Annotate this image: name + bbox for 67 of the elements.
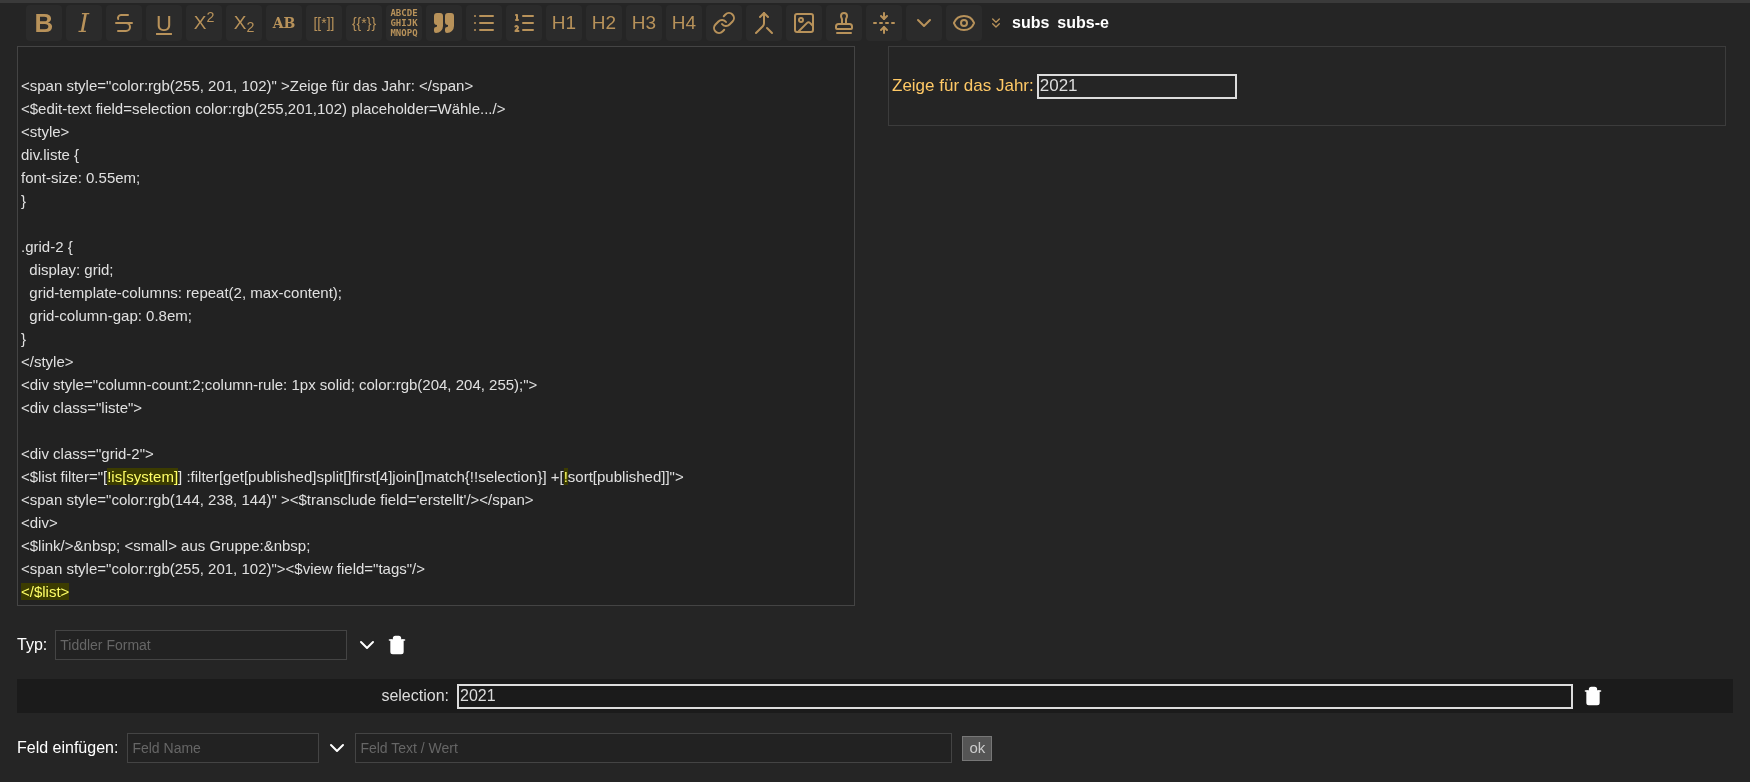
format-button[interactable]: H4 — [666, 5, 702, 41]
preview-label: Zeige für das Jahr: — [892, 75, 1034, 98]
image-icon — [792, 11, 816, 35]
toolbar-link[interactable]: subs-e — [1055, 5, 1111, 41]
code-line: <div> — [21, 513, 59, 533]
code-line: <span style="color:rgb(255, 201, 102)"><$view field="tags"/> — [21, 559, 427, 579]
field-value-input[interactable]: Feld Text / Wert — [355, 733, 953, 763]
link-icon — [712, 11, 736, 35]
code-line: <$link/>&nbsp; <small> aus Gruppe:&nbsp; — [21, 536, 312, 556]
toolbar-button[interactable] — [746, 5, 782, 41]
type-input[interactable]: Tiddler Format — [55, 630, 348, 660]
code-line: .grid-2 { — [21, 237, 74, 257]
toolbar-button[interactable] — [786, 5, 822, 41]
toolbar-button[interactable] — [706, 5, 742, 41]
code-line: grid-column-gap: 0.8em; — [28, 306, 193, 326]
type-label: Typ: — [17, 635, 48, 655]
toolbar-button[interactable] — [826, 5, 862, 41]
format-button[interactable]: [[*]] — [306, 5, 342, 41]
code-line: <$list filter="[!is[system]] :filter[get[published]split[]first[4]join[]match{!!selection}] +[!sort[published]]"> — [21, 467, 685, 487]
monospace-button[interactable]: ABCDE GHIJK MNOPQ — [386, 5, 422, 41]
toolbar-button[interactable] — [426, 5, 462, 41]
field-value-input[interactable]: 2021 — [457, 683, 1573, 709]
delete-icon[interactable] — [1583, 686, 1603, 706]
code-line: } — [21, 191, 27, 211]
format-button[interactable]: I — [66, 5, 102, 41]
toolbar-button[interactable] — [106, 5, 142, 41]
ok-button[interactable]: ok — [962, 735, 993, 761]
format-button[interactable]: H2 — [586, 5, 622, 41]
code-line: <div style="column-count:2;column-rule: 1px solid; color:rgb(204, 204, 255);"> — [21, 375, 539, 395]
code-line: grid-template-columns: repeat(2, max-content); — [28, 283, 343, 303]
numbered-list-icon — [512, 11, 536, 35]
code-line: div.liste { — [21, 145, 81, 165]
code-line: <div class="grid-2"> — [21, 444, 155, 464]
code-line: font-size: 0.55em; — [21, 168, 142, 188]
code-line: <div class="liste"> — [21, 398, 144, 418]
strikethrough-icon — [112, 11, 136, 35]
code-line: display: grid; — [28, 260, 115, 280]
code-line: <span style="color:rgb(144, 238, 144)" ><$transclude field='erstellt'/></span> — [21, 490, 535, 510]
format-button[interactable]: X$_{2}$ — [226, 5, 262, 41]
format-button[interactable]: AB — [266, 5, 302, 41]
toolbar-button[interactable] — [946, 5, 982, 41]
field-name-input[interactable]: Feld Name — [127, 733, 320, 763]
code-line: <$edit-text field=selection color:rgb(255,201,102) placeholder=Wähle.../> — [21, 99, 507, 119]
format-button[interactable]: X$^{2}$ — [186, 5, 222, 41]
toolbar-link[interactable]: subs — [1010, 5, 1052, 41]
code-line: <style> — [21, 122, 71, 142]
format-button[interactable]: H3 — [626, 5, 662, 41]
field-name: selection: — [380, 686, 450, 706]
format-button[interactable]: H1 — [546, 5, 582, 41]
delete-icon[interactable] — [387, 635, 408, 655]
format-button[interactable]: U — [146, 5, 182, 41]
merge-arrows-icon — [752, 11, 776, 35]
code-line: <span style="color:rgb(255, 201, 102)" >Zeige für das Jahr: </span> — [21, 76, 475, 96]
code-editor[interactable] — [17, 46, 855, 606]
resize-vertical-icon — [872, 11, 896, 35]
code-line: } — [21, 329, 27, 349]
toolbar-button[interactable] — [466, 5, 502, 41]
toolbar-button[interactable] — [866, 5, 902, 41]
add-field-label: Feld einfügen: — [17, 738, 119, 758]
format-button[interactable]: B — [26, 5, 62, 41]
toolbar-button[interactable] — [506, 5, 542, 41]
quote-icon — [432, 11, 456, 35]
year-input[interactable]: 2021 — [1036, 73, 1237, 99]
stamp-icon — [832, 11, 856, 35]
toolbar-button[interactable] — [906, 5, 942, 41]
format-button[interactable]: {{*}} — [346, 5, 382, 41]
code-line: </style> — [21, 352, 75, 372]
